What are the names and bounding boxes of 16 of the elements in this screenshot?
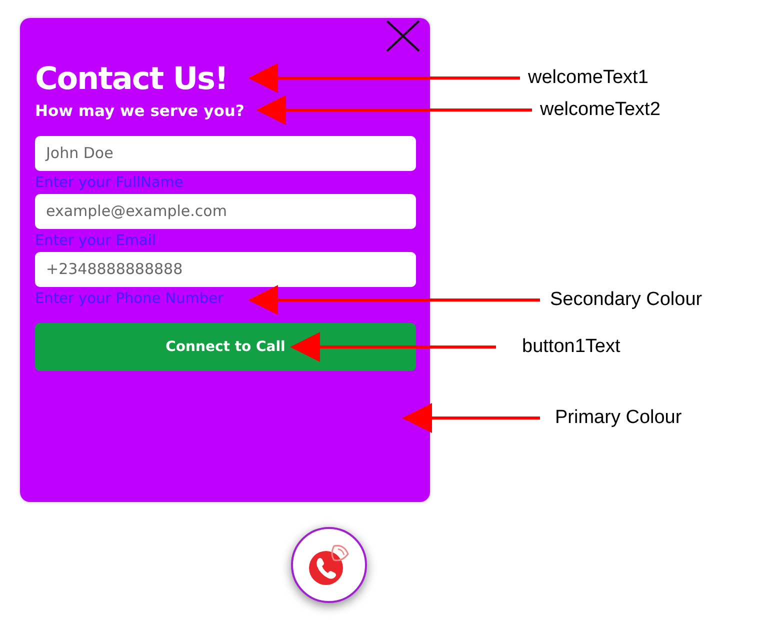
annotation-label: welcomeText2 xyxy=(540,99,660,121)
connect-button[interactable]: Connect to Call xyxy=(35,323,416,371)
field-hint: Enter your Phone Number xyxy=(35,290,225,309)
field-hint: Enter your Email xyxy=(35,232,157,251)
popup-subtitle: How may we serve you? xyxy=(35,101,244,122)
annotation-label: button1Text xyxy=(522,336,620,358)
annotation-label: Secondary Colour xyxy=(550,289,702,311)
input-field[interactable]: John Doe xyxy=(35,136,416,171)
popup-title: Contact Us! xyxy=(35,60,228,99)
field-hint: Enter your FullName xyxy=(35,174,184,193)
annotation-label: welcomeText1 xyxy=(528,67,648,89)
input-field[interactable]: example@example.com xyxy=(35,194,416,229)
input-field[interactable]: +2348888888888 xyxy=(35,252,416,287)
annotation-label: Primary Colour xyxy=(555,407,682,429)
close-icon[interactable] xyxy=(386,20,420,52)
call-button[interactable] xyxy=(291,527,367,603)
